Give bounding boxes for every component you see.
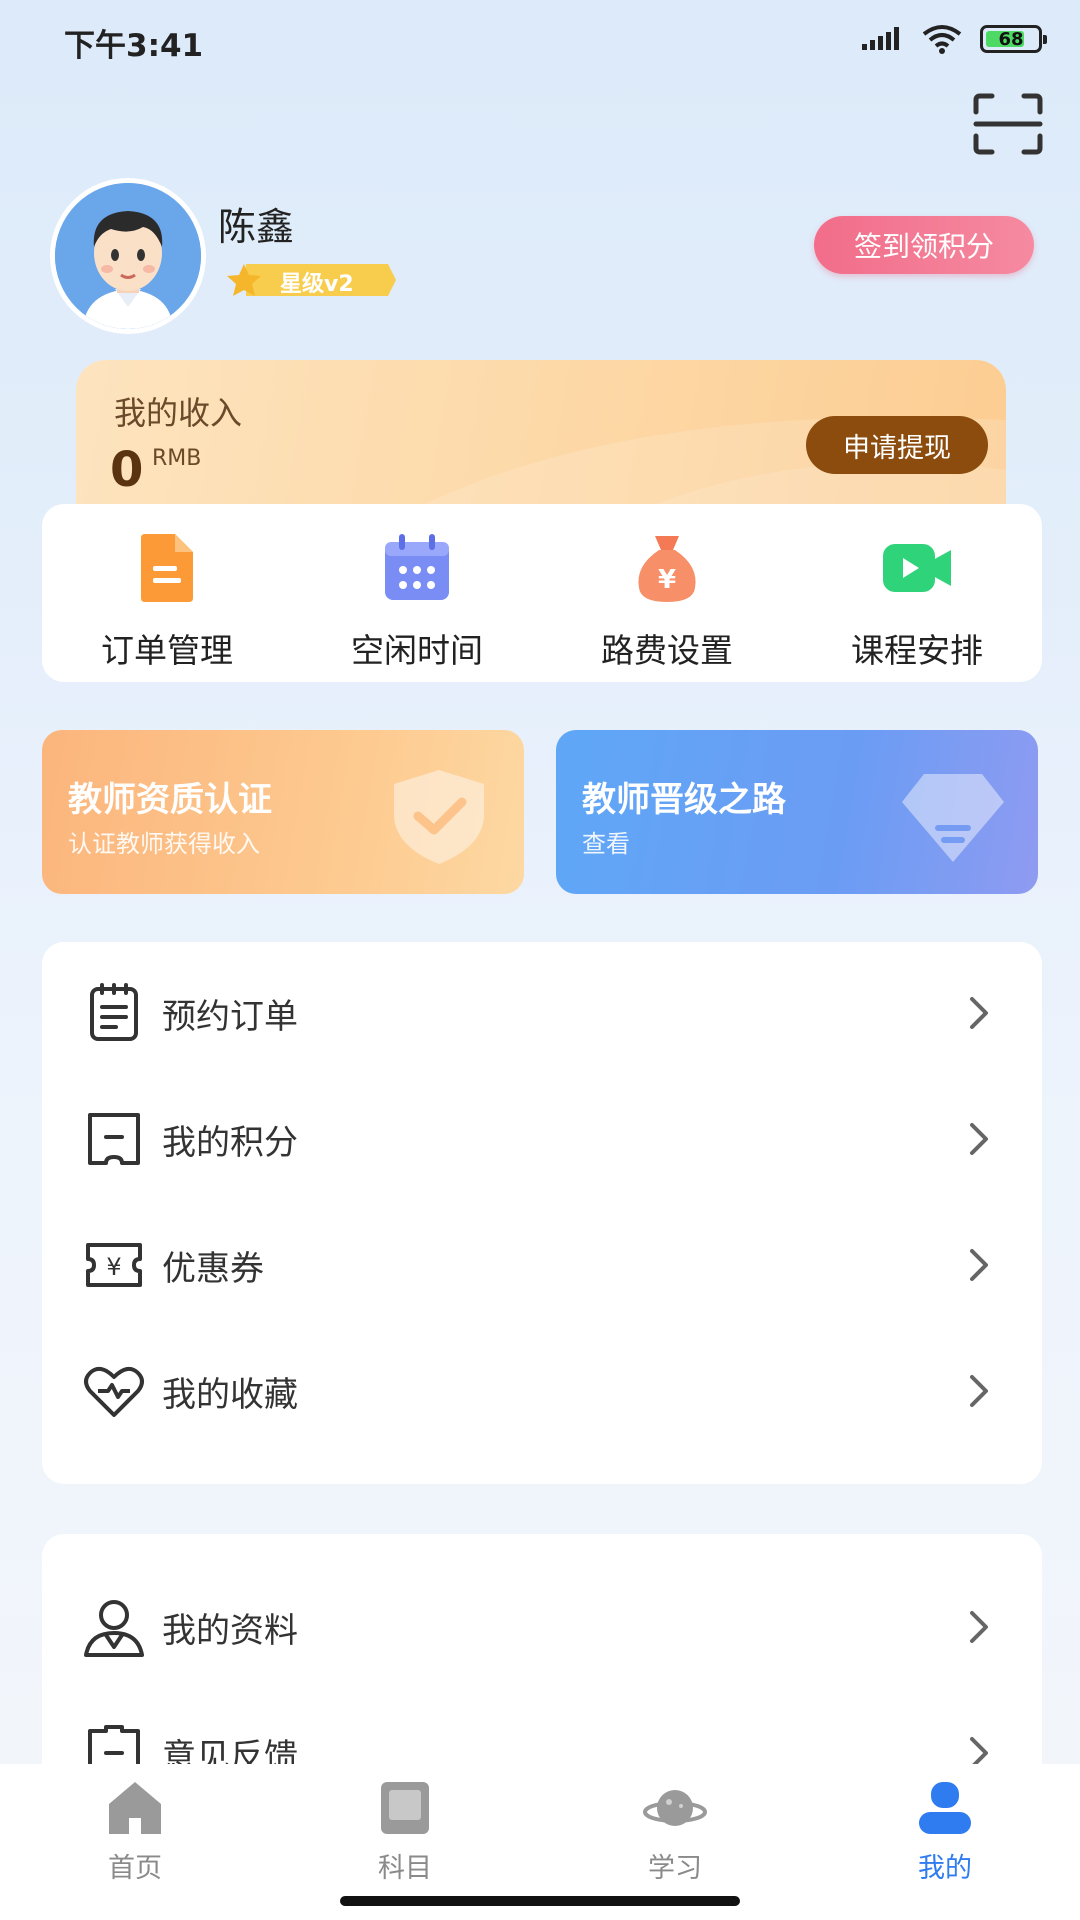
quick-free-time[interactable]: 空闲时间 — [292, 504, 542, 682]
diamond-icon — [902, 774, 1004, 862]
banner-title: 教师资质认证 — [68, 780, 272, 820]
menu-item-appointment-orders[interactable]: 预约订单 — [42, 950, 1042, 1076]
income-title: 我的收入 — [114, 394, 243, 432]
menu-label: 我的积分 — [162, 1122, 298, 1163]
quick-label: 课程安排 — [851, 631, 983, 670]
quick-order-management[interactable]: 订单管理 — [42, 504, 292, 682]
svg-text:¥: ¥ — [658, 565, 676, 595]
banner-subtitle: 查看 — [582, 830, 630, 858]
quick-label: 空闲时间 — [351, 631, 483, 670]
book-icon — [381, 1782, 429, 1834]
menu-item-coupons[interactable]: ¥ 优惠券 — [42, 1202, 1042, 1328]
avatar-image — [55, 183, 201, 329]
menu-card: 预约订单 我的积分 ¥ 优惠券 我的收藏 — [42, 942, 1042, 1484]
level-text: 星级v2 — [280, 272, 354, 297]
avatar[interactable] — [50, 178, 206, 334]
chevron-right-icon — [970, 997, 988, 1029]
home-indicator — [340, 1896, 740, 1906]
quick-label: 路费设置 — [601, 631, 733, 670]
banner-subtitle: 认证教师获得收入 — [68, 830, 260, 858]
video-icon — [883, 544, 951, 592]
menu-label: 预约订单 — [162, 996, 298, 1037]
quick-course-schedule[interactable]: 课程安排 — [792, 504, 1042, 682]
menu-label: 我的资料 — [162, 1610, 298, 1651]
heart-icon — [84, 1366, 144, 1417]
chevron-right-icon — [970, 1375, 988, 1407]
teacher-certification-banner[interactable]: 教师资质认证 认证教师获得收入 — [42, 730, 524, 894]
signin-button[interactable]: 签到领积分 — [814, 216, 1034, 274]
clipboard-icon — [90, 983, 138, 1041]
quick-travel-fee[interactable]: ¥ 路费设置 — [542, 504, 792, 682]
money-bag-icon: ¥ — [638, 536, 696, 602]
signal-icon — [862, 27, 899, 50]
user-name: 陈鑫 — [218, 205, 295, 249]
wifi-icon — [922, 25, 962, 54]
points-card-icon — [88, 1113, 140, 1165]
status-bar: 下午3:41 68 — [0, 0, 1080, 80]
shield-check-icon — [394, 770, 484, 864]
quick-actions: 订单管理 空闲时间 ¥ 路费设置 课程安排 — [42, 504, 1042, 682]
level-badge: 星级v2 — [222, 262, 396, 298]
status-time: 下午3:41 — [64, 28, 204, 64]
order-icon — [141, 534, 193, 602]
banner-title: 教师晋级之路 — [582, 780, 786, 820]
withdraw-button[interactable]: 申请提现 — [806, 416, 988, 474]
profile-icon — [919, 1782, 971, 1834]
quick-label: 订单管理 — [101, 631, 233, 670]
calendar-icon — [385, 534, 449, 600]
chevron-right-icon — [970, 1123, 988, 1155]
battery-icon: 68 — [980, 25, 1047, 53]
svg-text:¥: ¥ — [106, 1253, 121, 1281]
teacher-promotion-banner[interactable]: 教师晋级之路 查看 — [556, 730, 1038, 894]
chevron-right-icon — [970, 1611, 988, 1643]
income-value: 0 — [110, 442, 144, 498]
user-icon — [84, 1600, 144, 1657]
scan-icon[interactable] — [972, 92, 1044, 156]
menu-label: 我的收藏 — [162, 1374, 298, 1415]
menu-item-favorites[interactable]: 我的收藏 — [42, 1328, 1042, 1454]
chevron-right-icon — [970, 1249, 988, 1281]
menu-item-my-points[interactable]: 我的积分 — [42, 1076, 1042, 1202]
tab-label: 科目 — [378, 1853, 432, 1884]
tab-home[interactable]: 首页 — [0, 1764, 270, 1920]
home-icon — [109, 1782, 161, 1834]
status-icons: 68 — [862, 24, 1047, 54]
battery-level: 68 — [998, 28, 1024, 50]
tab-label: 我的 — [918, 1853, 972, 1884]
income-unit: RMB — [152, 446, 202, 471]
coupon-icon: ¥ — [86, 1243, 142, 1287]
tab-mine[interactable]: 我的 — [810, 1764, 1080, 1920]
planet-icon — [643, 1790, 707, 1826]
tab-label: 学习 — [648, 1853, 702, 1884]
tab-label: 首页 — [108, 1853, 162, 1884]
menu-label: 优惠券 — [162, 1248, 264, 1289]
menu-item-my-profile[interactable]: 我的资料 — [42, 1564, 1042, 1690]
